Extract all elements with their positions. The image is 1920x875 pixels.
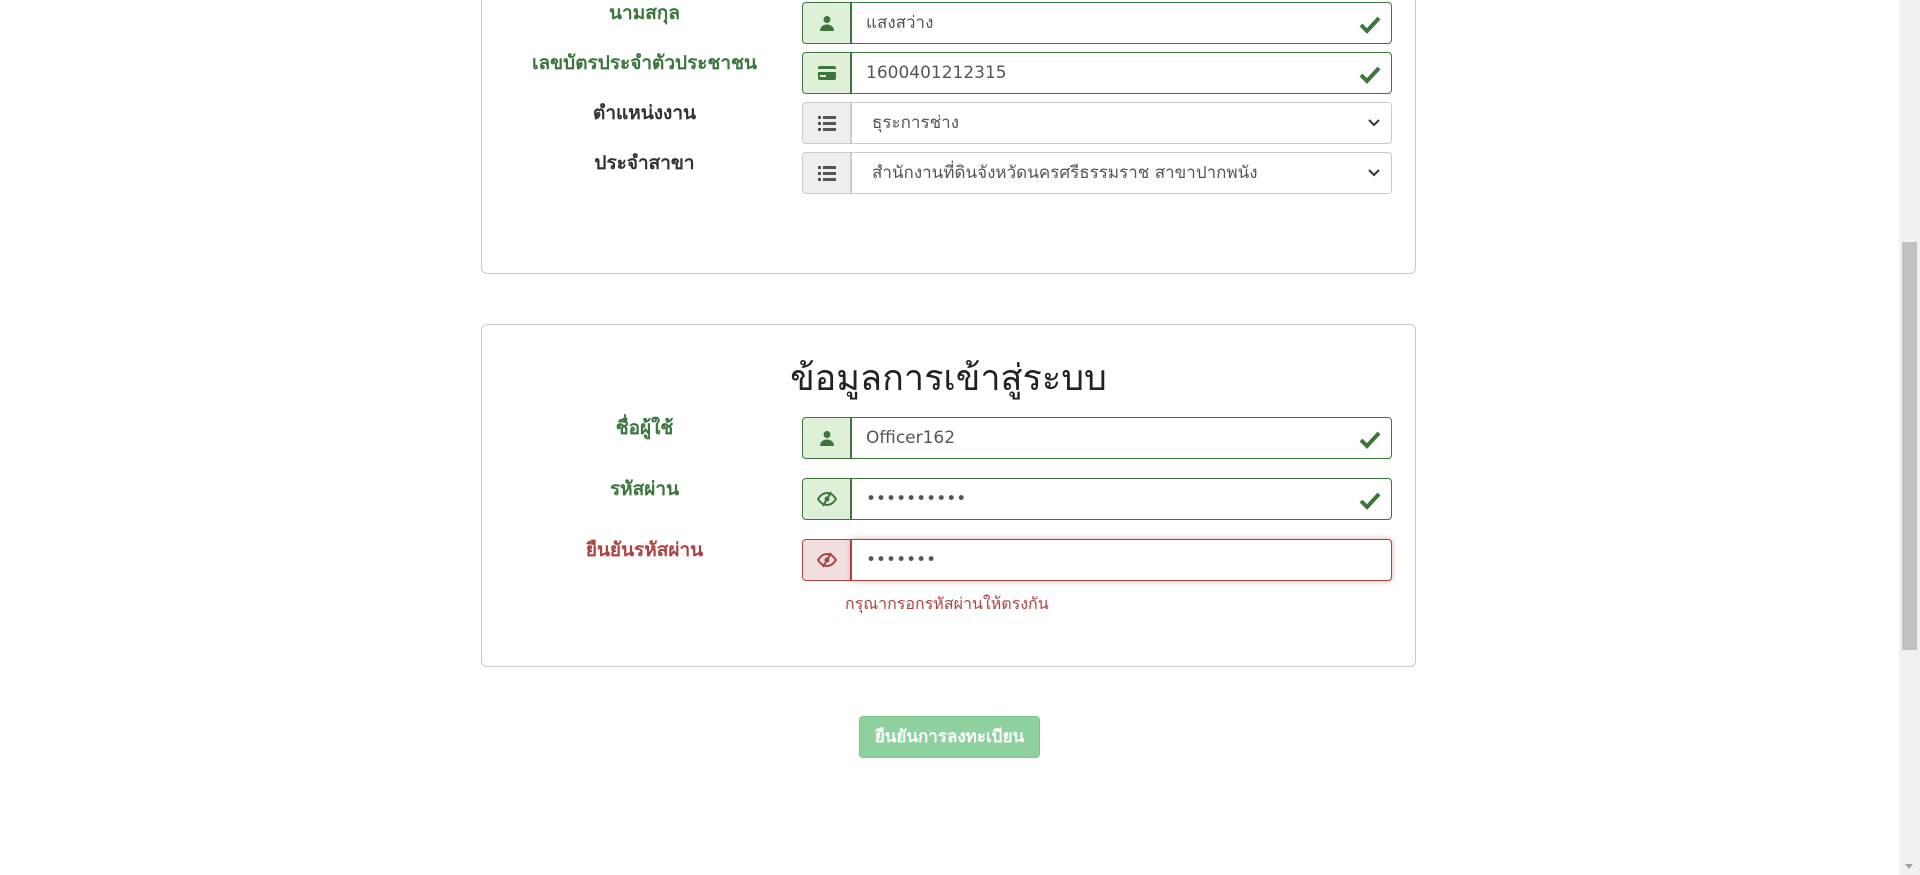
confirm-password-value: ••••••• [866,550,937,570]
branch-value: สำนักงานที่ดินจังหวัดนครศรีธรรมราช สาขาป… [872,163,1258,183]
chevron-down-icon [1368,169,1380,177]
national-id-addon [802,52,851,94]
username-row: ชื่อผู้ใช้ Officer162 [482,417,1417,461]
eye-slash-icon [816,552,837,568]
position-addon [802,102,851,144]
check-icon [1359,16,1381,34]
confirm-password-row: ยืนยันรหัสผ่าน ••••••• [482,539,1417,583]
lastname-addon [802,2,851,44]
national-id-value: 1600401212315 [866,63,1007,83]
branch-addon [802,152,851,194]
username-input[interactable]: Officer162 [851,417,1392,459]
username-value: Officer162 [866,428,956,448]
password-value: •••••••••• [866,489,967,509]
lastname-input[interactable]: แสงสว่าง [851,2,1392,44]
lastname-value: แสงสว่าง [866,13,934,33]
vertical-scrollbar[interactable] [1899,0,1920,875]
chevron-down-icon [1368,119,1380,127]
position-value: ธุระการช่าง [872,113,959,133]
user-icon [819,431,834,446]
list-icon [817,165,836,181]
confirm-password-input[interactable]: ••••••• [851,539,1392,581]
branch-row: ประจำสาขา สำนักงานที่ดินจังหวัดนครศรีธรร… [482,152,1417,196]
lastname-row: นามสกุล แสงสว่าง [482,2,1417,46]
password-input[interactable]: •••••••••• [851,478,1392,520]
check-icon [1359,66,1381,84]
personal-info-panel: นามสกุล แสงสว่าง เลขบัตรประจำตัวประชาชน … [481,0,1416,274]
national-id-input[interactable]: 1600401212315 [851,52,1392,94]
national-id-row: เลขบัตรประจำตัวประชาชน 1600401212315 [482,52,1417,96]
position-row: ตำแหน่งงาน ธุระการช่าง [482,102,1417,146]
position-label: ตำแหน่งงาน [593,102,696,124]
login-section-title: ข้อมูลการเข้าสู่ระบบ [790,358,1107,399]
username-label: ชื่อผู้ใช้ [615,417,674,439]
confirm-password-toggle-addon[interactable] [802,539,851,581]
check-icon [1359,492,1381,510]
username-addon [802,417,851,459]
lastname-label: นามสกุล [609,2,680,24]
branch-select[interactable]: สำนักงานที่ดินจังหวัดนครศรีธรรมราช สาขาป… [851,152,1392,194]
scroll-down-arrow-icon[interactable] [1905,864,1913,869]
branch-label: ประจำสาขา [594,152,695,174]
confirm-password-label: ยืนยันรหัสผ่าน [585,539,704,561]
registration-page: นามสกุล แสงสว่าง เลขบัตรประจำตัวประชาชน … [0,0,1920,875]
login-info-panel: ข้อมูลการเข้าสู่ระบบ ชื่อผู้ใช้ Officer1… [481,324,1416,667]
check-icon [1359,431,1381,449]
user-icon [819,16,834,31]
password-toggle-addon[interactable] [802,478,851,520]
list-icon [817,115,836,131]
password-label: รหัสผ่าน [609,478,680,500]
confirm-registration-button[interactable]: ยืนยันการลงทะเบียน [859,716,1040,758]
id-card-icon [817,66,836,80]
national-id-label: เลขบัตรประจำตัวประชาชน [532,52,757,74]
scrollbar-thumb[interactable] [1902,242,1917,650]
position-select[interactable]: ธุระการช่าง [851,102,1392,144]
password-row: รหัสผ่าน •••••••••• [482,478,1417,522]
password-mismatch-error: กรุณากรอกรหัสผ่านให้ตรงกัน [845,594,1049,613]
eye-slash-icon [816,491,837,507]
